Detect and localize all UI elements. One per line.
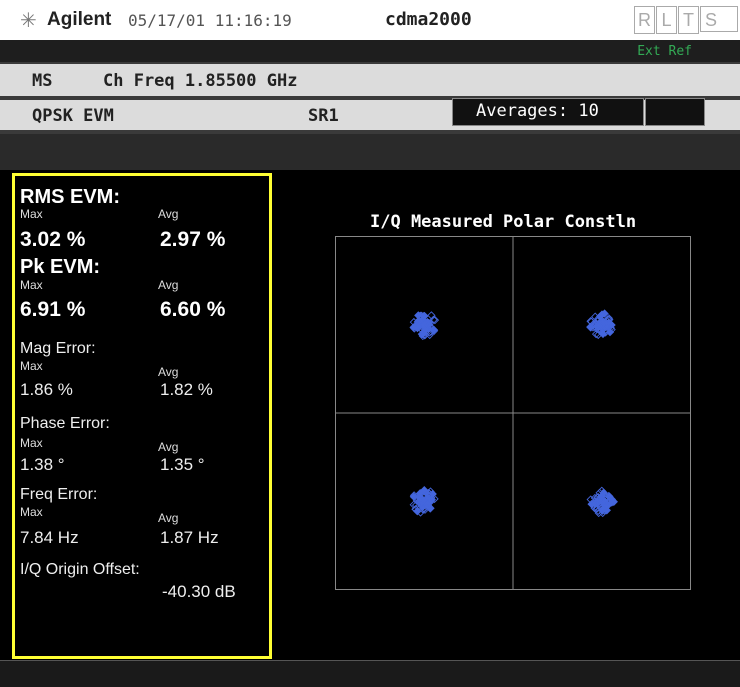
brand-label: Agilent [47,9,112,30]
indicator-r: R [634,6,655,34]
indicator-t: T [678,6,699,34]
pk-evm-label: Pk EVM: [20,256,101,278]
constellation-point [409,486,439,517]
ext-ref-status: Ext Ref [637,44,692,59]
starburst-icon: ✳ [20,10,37,32]
pk-evm-avg-value: 6.60 % [160,298,226,321]
mag-error-max-value: 1.86 % [20,380,73,399]
phase-error-max-label: Max [20,436,43,450]
pk-evm-max-value: 6.91 % [20,298,86,321]
indicator-l: L [656,6,677,34]
status-bar [0,40,740,62]
constellation-plot [335,236,691,590]
bottom-bar [0,660,740,687]
ms-label: MS [32,71,53,91]
pk-evm-max-label: Max [20,278,43,292]
plot-title: I/Q Measured Polar Constln [370,212,637,232]
constellation-point [409,311,440,341]
message-row [0,134,740,170]
constellation-point [586,309,616,340]
rms-evm-avg-label: Avg [158,207,179,221]
averages-status-box [645,98,705,126]
phase-error-avg-label: Avg [158,440,179,454]
phase-error-label: Phase Error: [20,415,110,432]
pk-evm-avg-label: Avg [158,278,179,292]
constellation-point [586,486,618,518]
measurement-name: QPSK EVM [32,106,114,126]
indicator-s: S [700,6,738,32]
iq-origin-offset-label: I/Q Origin Offset: [20,561,140,578]
averages-value: Averages: 10 [476,101,599,121]
phase-error-avg-value: 1.35 ° [160,455,205,474]
channel-frequency: Ch Freq 1.85500 GHz [103,71,298,91]
freq-error-max-value: 7.84 Hz [20,528,79,547]
freq-error-avg-value: 1.87 Hz [160,528,219,547]
spreading-rate: SR1 [308,106,339,126]
mode-label: cdma2000 [385,9,472,30]
rms-evm-max-label: Max [20,207,43,221]
freq-error-label: Freq Error: [20,486,98,503]
mag-error-max-label: Max [20,359,43,373]
rms-evm-max-value: 3.02 % [20,228,86,251]
mag-error-label: Mag Error: [20,340,96,357]
mag-error-avg-value: 1.82 % [160,380,213,399]
rms-evm-label: RMS EVM: [20,186,120,208]
phase-error-max-value: 1.38 ° [20,455,65,474]
mag-error-avg-label: Avg [158,365,179,379]
datetime: 05/17/01 11:16:19 [128,11,292,30]
freq-error-avg-label: Avg [158,511,179,525]
freq-error-max-label: Max [20,505,43,519]
iq-origin-offset-value: -40.30 dB [162,582,236,601]
rms-evm-avg-value: 2.97 % [160,228,226,251]
